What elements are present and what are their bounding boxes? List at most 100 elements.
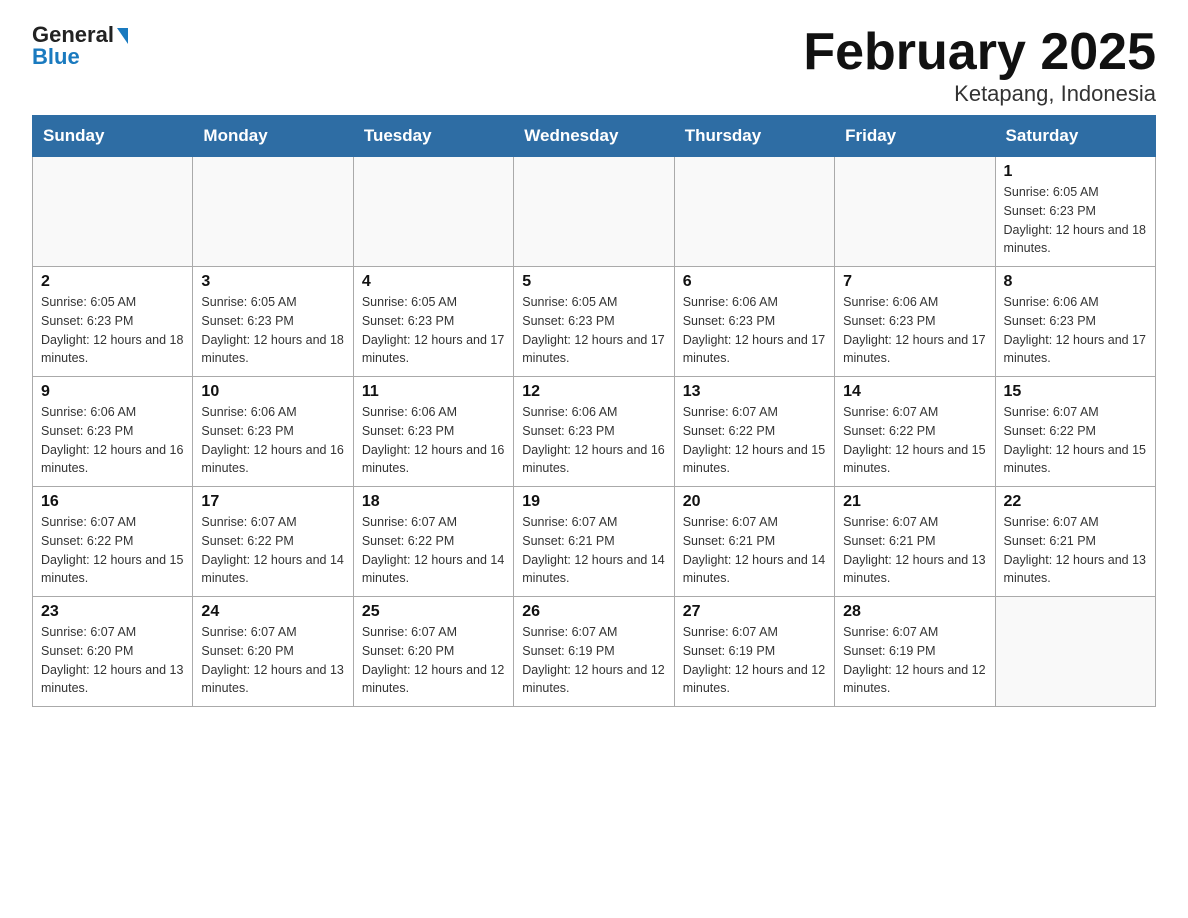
calendar-cell: 5 Sunrise: 6:05 AMSunset: 6:23 PMDaylight… bbox=[514, 267, 674, 377]
day-number: 4 bbox=[362, 273, 505, 291]
calendar-week-row: 9 Sunrise: 6:06 AMSunset: 6:23 PMDaylight… bbox=[33, 377, 1156, 487]
logo-blue: Blue bbox=[32, 46, 80, 68]
calendar-table: SundayMondayTuesdayWednesdayThursdayFrid… bbox=[32, 115, 1156, 707]
calendar-cell: 8Sunrise: 6:06 AMSunset: 6:23 PMDaylight… bbox=[995, 267, 1155, 377]
day-number: 26 bbox=[522, 603, 665, 621]
calendar-cell: 27 Sunrise: 6:07 AMSunset: 6:19 PMDayligh… bbox=[674, 597, 834, 707]
day-number: 17 bbox=[201, 493, 344, 511]
calendar-cell: 16 Sunrise: 6:07 AMSunset: 6:22 PMDayligh… bbox=[33, 487, 193, 597]
day-info: Sunrise: 6:07 AMSunset: 6:21 PMDaylight:… bbox=[683, 513, 826, 588]
day-number: 16 bbox=[41, 493, 184, 511]
day-info: Sunrise: 6:07 AMSunset: 6:20 PMDaylight:… bbox=[201, 623, 344, 698]
day-info: Sunrise: 6:07 AMSunset: 6:22 PMDaylight:… bbox=[201, 513, 344, 588]
day-of-week-tuesday: Tuesday bbox=[353, 116, 513, 157]
day-info: Sunrise: 6:05 AMSunset: 6:23 PMDaylight:… bbox=[362, 293, 505, 368]
day-number: 12 bbox=[522, 383, 665, 401]
day-info: Sunrise: 6:06 AMSunset: 6:23 PMDaylight:… bbox=[522, 403, 665, 478]
day-number: 18 bbox=[362, 493, 505, 511]
logo-general: General bbox=[32, 24, 114, 46]
day-info: Sunrise: 6:07 AMSunset: 6:22 PMDaylight:… bbox=[683, 403, 826, 478]
calendar-cell: 21 Sunrise: 6:07 AMSunset: 6:21 PMDayligh… bbox=[835, 487, 995, 597]
calendar-header-row: SundayMondayTuesdayWednesdayThursdayFrid… bbox=[33, 116, 1156, 157]
day-number: 25 bbox=[362, 603, 505, 621]
calendar-cell: 7Sunrise: 6:06 AMSunset: 6:23 PMDaylight… bbox=[835, 267, 995, 377]
day-of-week-sunday: Sunday bbox=[33, 116, 193, 157]
day-number: 28 bbox=[843, 603, 986, 621]
calendar-cell: 19 Sunrise: 6:07 AMSunset: 6:21 PMDayligh… bbox=[514, 487, 674, 597]
calendar-cell: 13 Sunrise: 6:07 AMSunset: 6:22 PMDayligh… bbox=[674, 377, 834, 487]
calendar-cell: 24 Sunrise: 6:07 AMSunset: 6:20 PMDayligh… bbox=[193, 597, 353, 707]
day-number: 2 bbox=[41, 273, 184, 291]
calendar-cell bbox=[995, 597, 1155, 707]
day-number: 21 bbox=[843, 493, 986, 511]
day-info: Sunrise: 6:05 AMSunset: 6:23 PMDaylight:… bbox=[1004, 183, 1147, 258]
day-number: 19 bbox=[522, 493, 665, 511]
calendar-week-row: 2 Sunrise: 6:05 AMSunset: 6:23 PMDaylight… bbox=[33, 267, 1156, 377]
day-number: 15 bbox=[1004, 383, 1147, 401]
calendar-cell: 17 Sunrise: 6:07 AMSunset: 6:22 PMDayligh… bbox=[193, 487, 353, 597]
day-number: 22 bbox=[1004, 493, 1147, 511]
day-of-week-saturday: Saturday bbox=[995, 116, 1155, 157]
day-number: 23 bbox=[41, 603, 184, 621]
calendar-cell bbox=[193, 157, 353, 267]
calendar-cell: 18 Sunrise: 6:07 AMSunset: 6:22 PMDayligh… bbox=[353, 487, 513, 597]
day-number: 24 bbox=[201, 603, 344, 621]
calendar-cell: 20 Sunrise: 6:07 AMSunset: 6:21 PMDayligh… bbox=[674, 487, 834, 597]
calendar-cell: 3 Sunrise: 6:05 AMSunset: 6:23 PMDaylight… bbox=[193, 267, 353, 377]
day-info: Sunrise: 6:07 AMSunset: 6:21 PMDaylight:… bbox=[522, 513, 665, 588]
calendar-week-row: 16 Sunrise: 6:07 AMSunset: 6:22 PMDayligh… bbox=[33, 487, 1156, 597]
day-info: Sunrise: 6:06 AMSunset: 6:23 PMDaylight:… bbox=[201, 403, 344, 478]
day-info: Sunrise: 6:06 AMSunset: 6:23 PMDaylight:… bbox=[1004, 293, 1147, 368]
day-info: Sunrise: 6:07 AMSunset: 6:21 PMDaylight:… bbox=[843, 513, 986, 588]
calendar-cell: 15Sunrise: 6:07 AMSunset: 6:22 PMDayligh… bbox=[995, 377, 1155, 487]
calendar-cell: 22 Sunrise: 6:07 AMSunset: 6:21 PMDayligh… bbox=[995, 487, 1155, 597]
day-info: Sunrise: 6:07 AMSunset: 6:19 PMDaylight:… bbox=[843, 623, 986, 698]
calendar-cell bbox=[353, 157, 513, 267]
day-info: Sunrise: 6:07 AMSunset: 6:22 PMDaylight:… bbox=[362, 513, 505, 588]
day-of-week-friday: Friday bbox=[835, 116, 995, 157]
calendar-cell: 26 Sunrise: 6:07 AMSunset: 6:19 PMDayligh… bbox=[514, 597, 674, 707]
day-number: 20 bbox=[683, 493, 826, 511]
day-info: Sunrise: 6:07 AMSunset: 6:19 PMDaylight:… bbox=[522, 623, 665, 698]
day-number: 13 bbox=[683, 383, 826, 401]
day-of-week-thursday: Thursday bbox=[674, 116, 834, 157]
calendar-cell bbox=[835, 157, 995, 267]
calendar-cell: 1 Sunrise: 6:05 AMSunset: 6:23 PMDaylight… bbox=[995, 157, 1155, 267]
day-number: 10 bbox=[201, 383, 344, 401]
calendar-cell: 12 Sunrise: 6:06 AMSunset: 6:23 PMDayligh… bbox=[514, 377, 674, 487]
day-info: Sunrise: 6:06 AMSunset: 6:23 PMDaylight:… bbox=[683, 293, 826, 368]
calendar-subtitle: Ketapang, Indonesia bbox=[803, 81, 1156, 107]
day-number: 9 bbox=[41, 383, 184, 401]
day-number: 27 bbox=[683, 603, 826, 621]
calendar-week-row: 23 Sunrise: 6:07 AMSunset: 6:20 PMDayligh… bbox=[33, 597, 1156, 707]
calendar-cell: 11Sunrise: 6:06 AMSunset: 6:23 PMDayligh… bbox=[353, 377, 513, 487]
calendar-title: February 2025 bbox=[803, 24, 1156, 81]
day-info: Sunrise: 6:05 AMSunset: 6:23 PMDaylight:… bbox=[522, 293, 665, 368]
day-info: Sunrise: 6:07 AMSunset: 6:20 PMDaylight:… bbox=[362, 623, 505, 698]
calendar-cell: 6 Sunrise: 6:06 AMSunset: 6:23 PMDaylight… bbox=[674, 267, 834, 377]
day-number: 14 bbox=[843, 383, 986, 401]
calendar-cell: 25 Sunrise: 6:07 AMSunset: 6:20 PMDayligh… bbox=[353, 597, 513, 707]
day-of-week-wednesday: Wednesday bbox=[514, 116, 674, 157]
day-info: Sunrise: 6:07 AMSunset: 6:21 PMDaylight:… bbox=[1004, 513, 1147, 588]
day-info: Sunrise: 6:07 AMSunset: 6:22 PMDaylight:… bbox=[41, 513, 184, 588]
calendar-cell bbox=[514, 157, 674, 267]
page-header: General Blue February 2025 Ketapang, Ind… bbox=[32, 24, 1156, 107]
calendar-week-row: 1 Sunrise: 6:05 AMSunset: 6:23 PMDaylight… bbox=[33, 157, 1156, 267]
day-info: Sunrise: 6:07 AMSunset: 6:22 PMDaylight:… bbox=[843, 403, 986, 478]
title-block: February 2025 Ketapang, Indonesia bbox=[803, 24, 1156, 107]
calendar-cell: 2 Sunrise: 6:05 AMSunset: 6:23 PMDaylight… bbox=[33, 267, 193, 377]
calendar-cell: 4 Sunrise: 6:05 AMSunset: 6:23 PMDaylight… bbox=[353, 267, 513, 377]
day-number: 5 bbox=[522, 273, 665, 291]
day-number: 3 bbox=[201, 273, 344, 291]
calendar-cell bbox=[33, 157, 193, 267]
day-info: Sunrise: 6:05 AMSunset: 6:23 PMDaylight:… bbox=[41, 293, 184, 368]
calendar-cell: 9 Sunrise: 6:06 AMSunset: 6:23 PMDaylight… bbox=[33, 377, 193, 487]
day-number: 6 bbox=[683, 273, 826, 291]
day-info: Sunrise: 6:06 AMSunset: 6:23 PMDaylight:… bbox=[41, 403, 184, 478]
calendar-cell: 23Sunrise: 6:07 AMSunset: 6:20 PMDayligh… bbox=[33, 597, 193, 707]
day-info: Sunrise: 6:06 AMSunset: 6:23 PMDaylight:… bbox=[362, 403, 505, 478]
day-info: Sunrise: 6:05 AMSunset: 6:23 PMDaylight:… bbox=[201, 293, 344, 368]
day-number: 1 bbox=[1004, 163, 1147, 181]
day-info: Sunrise: 6:07 AMSunset: 6:19 PMDaylight:… bbox=[683, 623, 826, 698]
